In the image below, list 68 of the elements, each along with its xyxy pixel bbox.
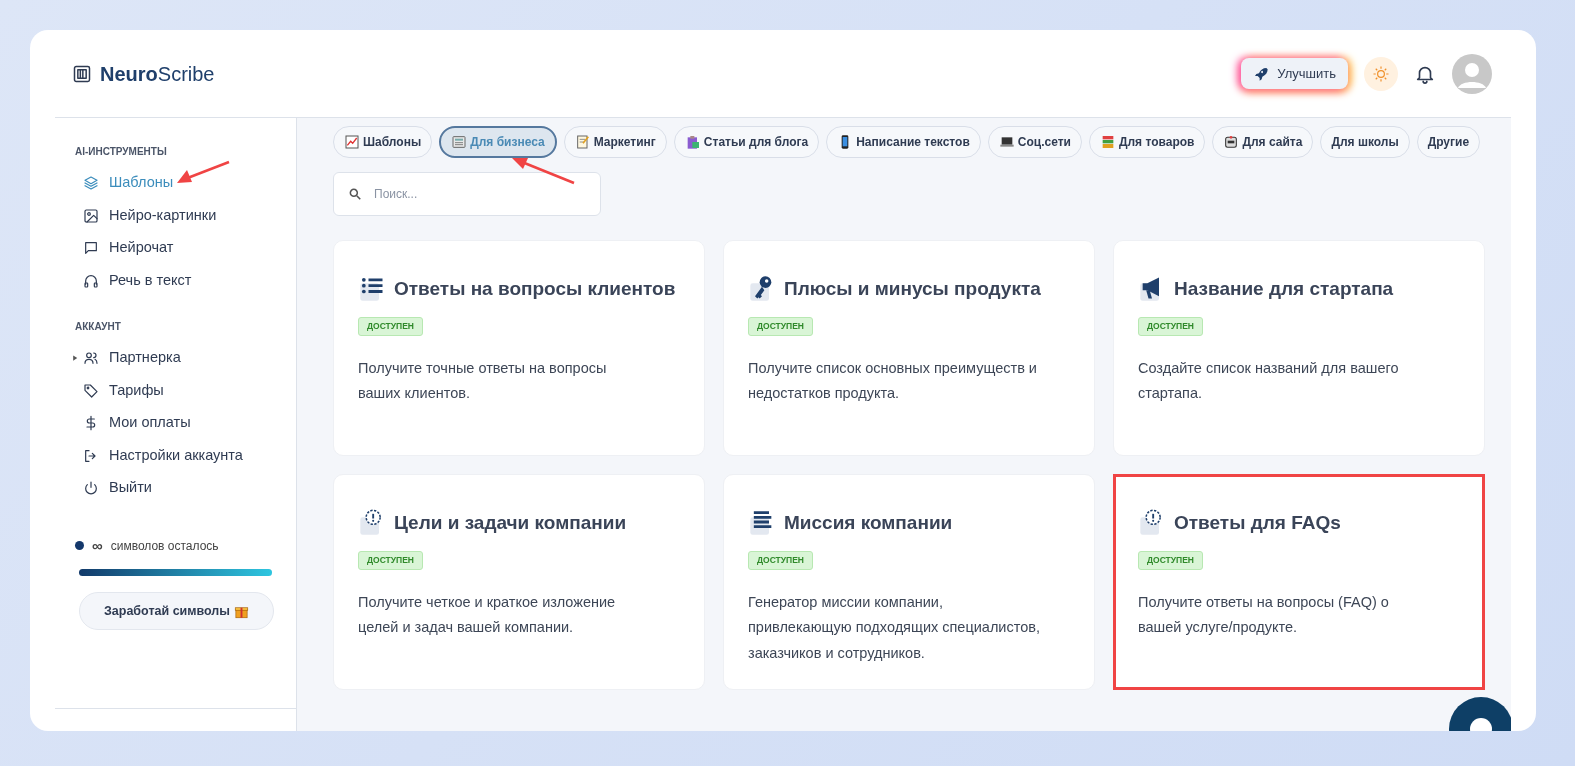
memo-icon [574,134,591,150]
template-description: Получите точные ответы на вопросы ваших клиентов. [358,358,608,404]
sun-icon [1372,64,1390,83]
brand-name: NeuroScribe [100,61,215,87]
users-icon [83,350,99,367]
status-badge: ДОСТУПЕН [1138,317,1203,336]
template-card[interactable]: Название для стартапа ДОСТУПЕН Создайте список названий для вашего стартапа. [1113,240,1485,456]
chart-icon [344,134,360,150]
category-tab[interactable]: Шаблоны [333,126,433,158]
sidebar-item[interactable]: Выйти [75,472,296,505]
laptop-icon [998,134,1015,150]
tag-icon [83,382,99,399]
template-card[interactable]: Ответы для FAQs ДОСТУПЕН Получите ответы на вопросы (FAQ) о вашей услуге/продукте. [1113,474,1485,690]
status-badge: ДОСТУПЕН [358,551,423,570]
sidebar-item[interactable]: Мои оплаты [75,407,296,440]
status-badge: ДОСТУПЕН [748,317,813,336]
status-badge: ДОСТУПЕН [358,317,423,336]
category-tab[interactable]: Статьи для блога [673,126,820,158]
category-tab[interactable]: Соц.сети [987,126,1082,158]
template-title: Название для стартапа [1174,276,1394,301]
credits-amount: ∞ [92,535,103,556]
section-title: АККАУНТ [75,320,122,334]
template-description: Генератор миссии компании, привлекающую подходящих специалистов, заказчиков и сотрудников. [748,592,1041,663]
expand-caret-icon [72,354,79,363]
sidebar-item[interactable]: Тарифы [75,374,296,407]
template-card[interactable]: Ответы на вопросы клиентов ДОСТУПЕН Получите точные ответы на вопросы ваших клиентов. [333,240,705,456]
template-title: Ответы для FAQs [1174,510,1341,535]
upgrade-button[interactable]: Улучшить [1241,57,1348,90]
template-description: Создайте список названий для вашего стартапа. [1138,358,1400,404]
sidebar-item[interactable]: Партнерка [75,342,296,375]
status-badge: ДОСТУПЕН [1138,551,1203,570]
category-tab[interactable]: Маркетинг [563,126,667,158]
headphones-icon [83,272,99,289]
category-tab[interactable]: Для школы [1320,126,1410,158]
template-title: Миссия компании [784,510,953,535]
image-icon [83,207,99,224]
category-tab[interactable]: Другие [1416,126,1481,158]
category-tab[interactable]: Для товаров [1088,126,1206,158]
category-tab[interactable]: Для сайта [1212,126,1314,158]
template-card[interactable]: Плюсы и минусы продукта ДОСТУПЕН Получите список основных преимуществ и недостатков продукта. [723,240,1095,456]
theme-toggle-button[interactable] [1364,56,1398,91]
sidebar-item[interactable]: Нейро-картинки [75,199,296,232]
section-title: AI-ИНСТРУМЕНТЫ [75,145,168,159]
template-card[interactable]: Миссия компании ДОСТУПЕН Генератор миссии компании, привлекающую подходящих специалистов, заказчиков и сотрудников. [723,474,1095,690]
robot-icon [1223,134,1240,150]
layers-icon [83,175,99,192]
search-field[interactable]: Поиск... [333,172,601,216]
template-description: Получите список основных преимуществ и недостатков продукта. [748,358,1038,404]
template-title: Цели и задачи компании [394,510,627,535]
template-title: Плюсы и минусы продукта [784,276,1041,301]
power-icon [83,480,99,497]
sidebar-item[interactable]: Настройки аккаунта [75,439,296,472]
status-badge: ДОСТУПЕН [748,551,813,570]
template-card[interactable]: Цели и задачи компании ДОСТУПЕН Получите четкое и краткое изложение целей и задач вашей компании. [333,474,705,690]
status-dot [75,541,84,551]
category-tab[interactable]: Написание текстов [826,126,981,158]
logo-icon [72,63,92,84]
earn-credits-button[interactable]: Заработай символы [79,592,274,630]
newspaper-icon [451,134,468,150]
rocket-icon [1253,65,1270,82]
sidebar-item[interactable]: Речь в текст [75,264,296,297]
sidebar-item[interactable]: Нейрочат [75,232,296,265]
template-title: Ответы на вопросы клиентов [394,276,676,301]
template-description: Получите четкое и краткое изложение целей и задач вашей компании. [358,592,617,638]
chat-icon [83,240,99,257]
sidebar-item[interactable]: Шаблоны [75,167,296,200]
template-description: Получите ответы на вопросы (FAQ) о вашей услуге/продукте. [1138,592,1390,638]
credits-label: символов осталось [110,537,219,555]
